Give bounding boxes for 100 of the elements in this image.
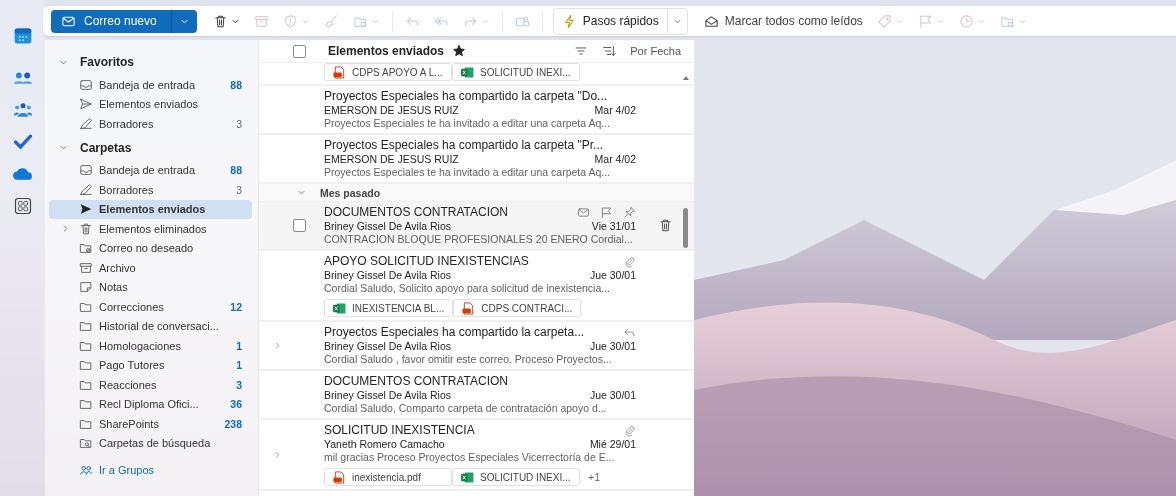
folder-item[interactable]: Elementos enviados xyxy=(49,94,252,114)
delete-button[interactable] xyxy=(658,218,673,233)
message-preview: Cordial Saludo, Comparto carpeta de contratación apoyo d... xyxy=(324,402,608,415)
folder-item[interactable]: Archivo xyxy=(49,258,252,278)
folder-item[interactable]: SharePoints 238 xyxy=(49,414,252,434)
folder-item[interactable]: Borradores 3 xyxy=(49,180,252,200)
message-subject: Proyectos Especiales ha compartido la carpeta... xyxy=(324,325,586,340)
inbox-icon xyxy=(79,163,93,178)
folder-item[interactable]: Recl Diploma Ofici... 36 xyxy=(49,394,252,414)
folder-item[interactable]: Carpetas de búsqueda xyxy=(49,433,252,453)
chevron-right-icon[interactable] xyxy=(273,450,282,459)
attachment-chip[interactable]: CDPS APOYO A L... xyxy=(324,63,452,81)
tag-icon xyxy=(876,13,892,29)
archive-box-icon xyxy=(253,13,269,29)
attachment-chip[interactable]: INEXISTENCIA BL... xyxy=(324,299,454,317)
chevron-right-icon[interactable] xyxy=(273,341,282,350)
filter-icon[interactable] xyxy=(574,44,589,58)
calendar-icon[interactable] xyxy=(12,26,33,46)
open-envelope-icon xyxy=(703,13,719,29)
pdf-file-icon xyxy=(333,65,346,79)
folder-icon xyxy=(79,358,93,373)
message-date: Jue 30/01 xyxy=(589,269,636,282)
more-attachments-count[interactable]: +1 xyxy=(588,471,600,483)
folder-item[interactable]: Borradores 3 xyxy=(49,114,252,134)
message-sender: EMERSON DE JESUS RUIZ xyxy=(324,104,460,117)
message-date: Jue 30/01 xyxy=(589,389,636,402)
message-sender: EMERSON DE JESUS RUIZ xyxy=(324,153,460,166)
folder-icon xyxy=(79,397,93,412)
attachment-chip[interactable]: inexistencia.pdf xyxy=(324,468,452,486)
trash-icon xyxy=(79,221,93,236)
attachment-chip[interactable]: SOLICITUD INEXI... xyxy=(452,63,580,81)
sort-icon[interactable] xyxy=(602,44,617,58)
group-icon[interactable] xyxy=(12,100,33,120)
message-date: Mié 29/01 xyxy=(589,438,636,451)
paperclip-icon xyxy=(624,424,636,437)
trash-icon xyxy=(658,218,673,233)
apps-grid-icon[interactable] xyxy=(12,196,33,216)
folder-item[interactable]: Elementos eliminados xyxy=(49,219,252,239)
message-sender: Briney Gissel De Avila Rios xyxy=(324,340,453,353)
message-sender: Briney Gissel De Avila Rios xyxy=(324,220,453,233)
new-mail-button[interactable]: Correo nuevo xyxy=(51,9,171,33)
select-all-checkbox[interactable] xyxy=(293,44,306,58)
section-header[interactable]: Favoritos xyxy=(49,52,252,72)
flag-icon xyxy=(917,13,933,29)
pin-icon[interactable] xyxy=(623,206,636,219)
message-preview: mil gracias Proceso Proyectos Especiales Vicerrectoría de E... xyxy=(324,451,616,464)
group-header[interactable]: Mes pasado xyxy=(259,184,694,202)
sort-by-date-button[interactable]: Por Fecha xyxy=(627,45,684,57)
folder-icon xyxy=(79,319,93,334)
flag-icon[interactable] xyxy=(600,206,613,219)
message-date: Mar 4/02 xyxy=(594,153,636,166)
message-subject: SOLICITUD INEXISTENCIA xyxy=(324,423,476,438)
message-subject: DOCUMENTOS CONTRATACION xyxy=(324,374,509,389)
people-icon xyxy=(79,463,93,477)
folder-item[interactable]: Historial de conversaci... xyxy=(49,316,252,336)
new-mail-dropdown-button[interactable] xyxy=(170,9,197,33)
attachment-chip[interactable]: CDPS CONTRACI... xyxy=(453,299,582,317)
star-icon[interactable] xyxy=(452,44,467,58)
folder-item[interactable]: Bandeja de entrada 88 xyxy=(49,75,252,95)
message-preview: Proyectos Especiales te ha invitado a editar una carpeta Aq... xyxy=(324,166,611,179)
go-to-groups-link[interactable]: Ir a Grupos xyxy=(79,461,155,479)
spreadsheet-file-icon xyxy=(333,302,346,314)
pdf-file-icon xyxy=(462,301,476,315)
inbox-icon xyxy=(79,77,93,92)
message-preview: Cordial Saludo, Solicito apoyo para solicitud de inexistencia... xyxy=(324,282,611,295)
folder-item[interactable]: Correo no deseado xyxy=(49,238,252,258)
checkmark-icon[interactable] xyxy=(12,132,33,152)
pencil-icon xyxy=(79,116,93,131)
spreadsheet-file-icon xyxy=(461,66,474,78)
message-preview: CONTRACION BLOQUE PROFESIONALES 20 ENERO Cordial... xyxy=(324,233,634,246)
section-header[interactable]: Carpetas xyxy=(49,137,252,158)
message-sender: Briney Gissel De Avila Rios xyxy=(324,389,453,402)
message-checkbox[interactable] xyxy=(293,219,306,232)
junk-folder-icon xyxy=(79,241,93,256)
attachment-chip[interactable]: SOLICITUD INEXI... xyxy=(452,468,580,486)
clock-icon xyxy=(958,13,974,29)
message-date: Mar 4/02 xyxy=(594,104,636,117)
mark-all-read-button[interactable]: Marcar todos como leídos xyxy=(697,10,869,32)
message-subject: Proyectos Especiales ha compartido la carpeta "Pr... xyxy=(324,138,605,153)
envelope-icon[interactable] xyxy=(577,206,590,219)
chevron-down-icon xyxy=(297,188,306,197)
folder-item[interactable]: Homologaciones 1 xyxy=(49,336,252,356)
message-item[interactable]: DOCUMENTOS CONTRATACION Briney Gissel De Avila Rios Vie 31/01 CONTRACION BLOQUE PROFESIONALES 20 ENERO Cordial... xyxy=(259,202,694,251)
folder-item[interactable]: Notas xyxy=(49,277,252,297)
message-preview: Proyectos Especiales te ha invitado a editar una carpeta Aq... xyxy=(324,117,611,130)
archive-box-icon xyxy=(79,260,93,275)
pdf-file-icon xyxy=(333,470,346,484)
folder-item[interactable]: Bandeja de entrada 88 xyxy=(49,160,252,180)
message-subject: APOYO SOLICITUD INEXISTENCIAS xyxy=(324,254,530,269)
message-sender: Yaneth Romero Camacho xyxy=(324,438,446,451)
message-preview: Cordial Saludo , favor omitir este correo. Proceso Proyectos... xyxy=(324,353,613,366)
folder-item[interactable]: Reacciones 3 xyxy=(49,375,252,395)
pencil-icon xyxy=(79,182,93,197)
message-date: Jue 30/01 xyxy=(589,340,636,353)
folder-item[interactable]: Elementos enviados xyxy=(49,199,252,219)
folder-item[interactable]: Correcciones 12 xyxy=(49,297,252,317)
broom-icon xyxy=(323,13,339,29)
folder-item[interactable]: Pago Tutores 1 xyxy=(49,355,252,375)
search-folder-icon xyxy=(79,436,93,451)
paperclip-icon xyxy=(624,255,636,268)
